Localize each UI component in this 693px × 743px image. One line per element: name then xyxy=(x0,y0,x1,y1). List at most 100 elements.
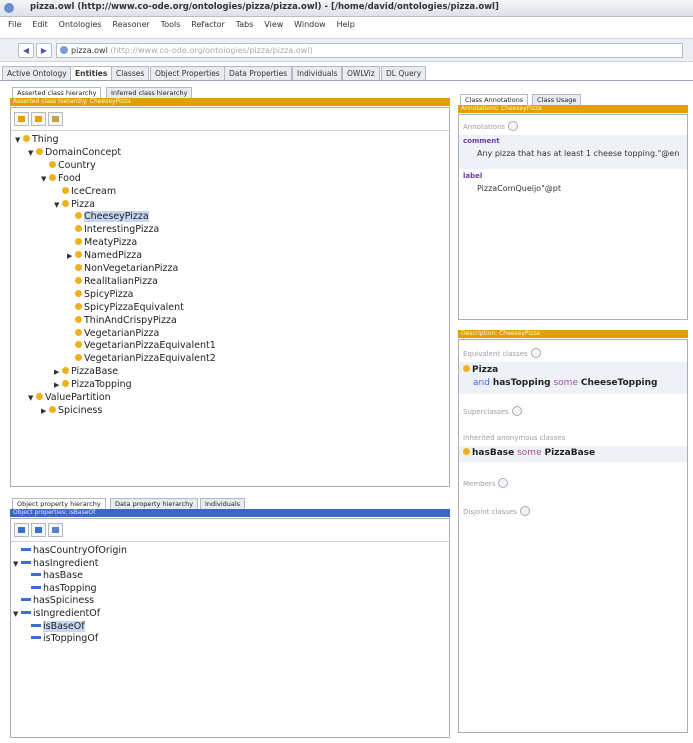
class-icon xyxy=(75,238,82,246)
class-tree-node[interactable]: SpicyPizza xyxy=(67,289,134,301)
object-property-icon xyxy=(31,623,41,627)
class-tree-node[interactable]: ▶ PizzaTopping xyxy=(54,379,132,391)
class-tree-node[interactable]: ▶ PizzaBase xyxy=(54,366,118,378)
property-tree-node[interactable]: hasCountryOfOrigin xyxy=(13,545,127,557)
menu-help[interactable]: Help xyxy=(337,20,355,29)
equivalent-classes-label: Equivalent classes xyxy=(463,350,528,358)
tab-individuals[interactable]: Individuals xyxy=(292,66,343,80)
collapse-arrow-icon[interactable]: ▼ xyxy=(13,608,21,620)
collapse-arrow-icon[interactable]: ▼ xyxy=(28,147,36,159)
class-tree-node[interactable]: CheeseyPizza xyxy=(67,211,149,223)
property-name: isIngredientOf xyxy=(33,608,101,619)
class-tree-node[interactable]: ▼ Pizza xyxy=(54,199,95,211)
label-annotation-row[interactable]: label PizzaComQueijo"@pt xyxy=(459,170,687,204)
property-tree-node[interactable]: hasBase xyxy=(23,570,83,582)
collapse-arrow-icon[interactable]: ▼ xyxy=(28,392,36,404)
object-property-icon xyxy=(21,598,31,602)
ontology-iri-field[interactable]: pizza.owl (http://www.co-ode.org/ontolog… xyxy=(56,43,683,58)
add-annotation-icon[interactable] xyxy=(508,121,519,131)
menu-tools[interactable]: Tools xyxy=(161,20,181,29)
class-tree-node[interactable]: RealItalianPizza xyxy=(67,276,158,288)
class-name: PizzaBase xyxy=(71,366,119,378)
add-disjoint-class-icon[interactable] xyxy=(519,506,530,516)
collapse-arrow-icon[interactable]: ▼ xyxy=(15,134,23,146)
class-tree-node[interactable]: InterestingPizza xyxy=(67,224,159,236)
collapse-arrow-icon[interactable]: ▼ xyxy=(54,199,62,211)
class-icon xyxy=(75,212,82,220)
tab-owlviz[interactable]: OWLViz xyxy=(342,66,380,80)
class-icon xyxy=(75,302,82,310)
tab-data-property-hierarchy[interactable]: Data property hierarchy xyxy=(110,498,199,509)
collapse-arrow-icon[interactable]: ▼ xyxy=(13,558,21,570)
class-tree-node[interactable]: VegetarianPizzaEquivalent2 xyxy=(67,353,216,365)
collapse-arrow-icon[interactable]: ▼ xyxy=(41,173,49,185)
class-tree-node[interactable]: VegetarianPizza xyxy=(67,328,159,340)
class-icon xyxy=(75,225,82,233)
tab-asserted-class-hierarchy[interactable]: Asserted class hierarchy xyxy=(12,87,102,98)
property-name: isToppingOf xyxy=(43,633,99,645)
inherited-class-expression[interactable]: hasBase some PizzaBase xyxy=(459,446,687,462)
tab-object-property-hierarchy[interactable]: Object property hierarchy xyxy=(12,498,106,509)
property-tree-node[interactable]: hasTopping xyxy=(23,583,97,595)
comment-annotation-row[interactable]: comment Any pizza that has at least 1 ch… xyxy=(459,135,687,169)
class-tree-node[interactable]: ThinAndCrispyPizza xyxy=(67,315,177,327)
class-tree-node[interactable]: ▶ NamedPizza xyxy=(67,250,142,262)
expand-arrow-icon[interactable]: ▶ xyxy=(67,250,75,262)
expand-arrow-icon[interactable]: ▶ xyxy=(54,366,62,378)
forward-button[interactable]: ▶ xyxy=(36,43,52,58)
tab-dl-query[interactable]: DL Query xyxy=(381,66,427,80)
add-member-icon[interactable] xyxy=(498,478,509,488)
class-tree-node[interactable]: IceCream xyxy=(54,186,116,198)
class-icon xyxy=(62,199,69,207)
class-tree-node[interactable]: ▼ Food xyxy=(41,173,81,185)
class-tree-node[interactable]: MeatyPizza xyxy=(67,237,137,249)
property-tree-node[interactable]: ▼ isIngredientOf xyxy=(13,608,100,620)
tab-inferred-class-hierarchy[interactable]: Inferred class hierarchy xyxy=(106,87,193,98)
tab-object-properties[interactable]: Object Properties xyxy=(150,66,225,80)
menu-edit[interactable]: Edit xyxy=(32,20,48,29)
class-tree-node[interactable]: Country xyxy=(41,160,96,172)
class-tree-node[interactable]: ▼ DomainConcept xyxy=(28,147,121,159)
class-tree-node[interactable]: ▼ ValuePartition xyxy=(28,392,111,404)
class-tree-node[interactable]: SpicyPizzaEquivalent xyxy=(67,302,184,314)
tab-individuals-list[interactable]: Individuals xyxy=(200,498,246,509)
object-property-hierarchy-view: Object property hierarchy Data property … xyxy=(10,498,450,738)
menu-refactor[interactable]: Refactor xyxy=(191,20,225,29)
window-title-bar: pizza.owl (http://www.co-ode.org/ontolog… xyxy=(0,0,693,17)
class-tree-node[interactable]: NonVegetarianPizza xyxy=(67,263,178,275)
add-subproperty-button[interactable] xyxy=(14,523,29,537)
menu-reasoner[interactable]: Reasoner xyxy=(112,20,149,29)
add-superclass-icon[interactable] xyxy=(511,406,522,416)
tab-class-usage[interactable]: Class Usage xyxy=(532,94,582,105)
back-button[interactable]: ◀ xyxy=(18,43,34,58)
expand-arrow-icon[interactable]: ▶ xyxy=(41,405,49,417)
class-tree-node[interactable]: ▼ Thing xyxy=(15,134,59,146)
add-equivalent-class-icon[interactable] xyxy=(530,348,541,358)
menu-file[interactable]: File xyxy=(8,20,21,29)
property-tree-node[interactable]: ▼ hasIngredient xyxy=(13,558,98,570)
annotations-section: Annotations xyxy=(463,121,519,131)
expand-arrow-icon[interactable]: ▶ xyxy=(54,379,62,391)
add-sibling-property-button[interactable] xyxy=(31,523,46,537)
property-tree-node[interactable]: isBaseOf xyxy=(23,620,85,633)
add-sibling-class-button[interactable] xyxy=(31,112,46,126)
tab-classes[interactable]: Classes xyxy=(111,66,150,80)
equivalent-class-expression[interactable]: Pizza and hasTopping some CheeseTopping xyxy=(459,362,687,394)
class-tree-node[interactable]: ▶ Spiciness xyxy=(41,405,102,417)
property-tree-node[interactable]: isToppingOf xyxy=(23,633,98,645)
tab-entities[interactable]: Entities xyxy=(70,66,113,80)
class-tree-node[interactable]: VegetarianPizzaEquivalent1 xyxy=(67,340,216,352)
tab-active-ontology[interactable]: Active Ontology xyxy=(2,66,72,80)
tab-class-annotations[interactable]: Class Annotations xyxy=(460,94,529,105)
superclasses-section: Superclasses xyxy=(463,406,522,416)
menu-tabs[interactable]: Tabs xyxy=(236,20,254,29)
delete-class-button[interactable] xyxy=(48,112,63,126)
add-subclass-button[interactable] xyxy=(14,112,29,126)
menu-window[interactable]: Window xyxy=(294,20,326,29)
menu-ontologies[interactable]: Ontologies xyxy=(59,20,102,29)
menu-view[interactable]: View xyxy=(264,20,283,29)
class-name: ValuePartition xyxy=(45,392,111,403)
property-tree-node[interactable]: hasSpiciness xyxy=(13,595,94,607)
tab-data-properties[interactable]: Data Properties xyxy=(224,66,293,80)
delete-property-button[interactable] xyxy=(48,523,63,537)
